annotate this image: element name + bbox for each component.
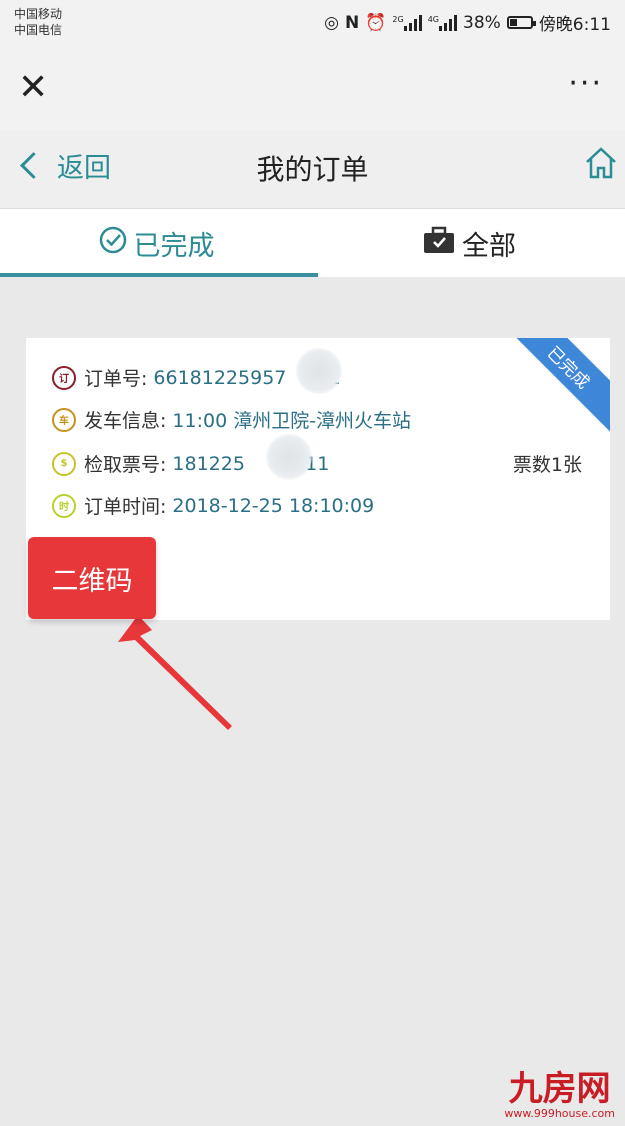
- site-watermark: 九房网 www.999house.com: [504, 1071, 615, 1120]
- qr-code-button[interactable]: 二维码: [28, 537, 156, 619]
- watermark-logo: 九房网: [508, 1069, 611, 1109]
- watermark-url: www.999house.com: [504, 1107, 615, 1120]
